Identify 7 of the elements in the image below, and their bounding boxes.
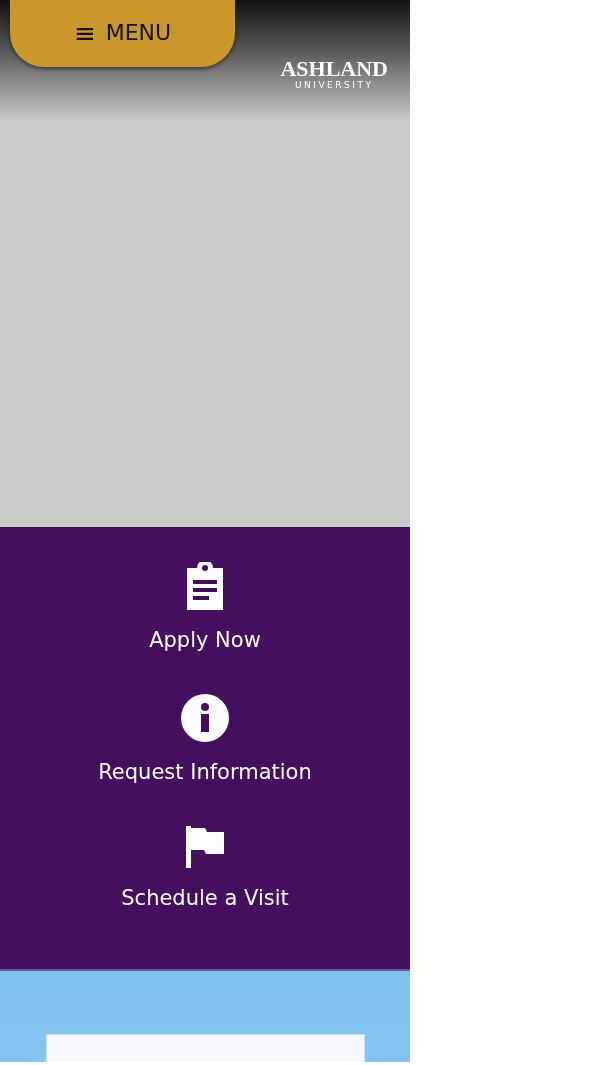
university-logo[interactable]: ASHLAND UNIVERSITY (280, 58, 388, 91)
flag-icon (186, 826, 224, 868)
info-icon (181, 694, 229, 742)
action-link[interactable]: Schedule a Visit (121, 826, 289, 910)
action-link[interactable]: Request Information (98, 694, 312, 784)
menu-button[interactable]: ≡ MENU (10, 0, 235, 67)
action-link[interactable]: Apply Now (149, 562, 261, 652)
